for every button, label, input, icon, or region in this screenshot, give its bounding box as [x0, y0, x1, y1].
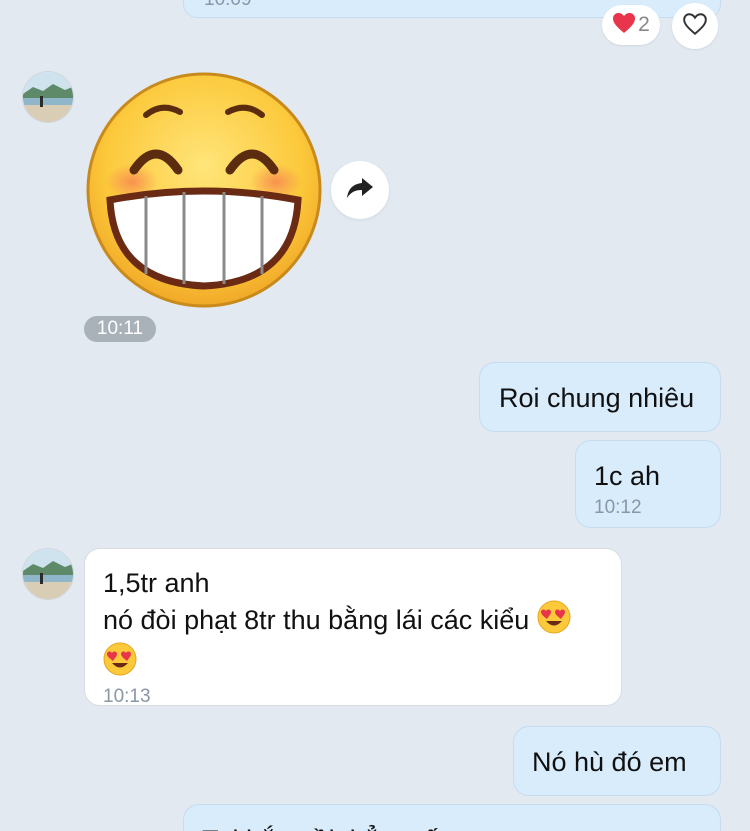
message-time: 10:12	[594, 497, 642, 518]
heart-eyes-emoji	[103, 642, 137, 684]
grinning-face-sticker[interactable]	[84, 70, 324, 310]
avatar[interactable]	[22, 71, 74, 123]
message-time: 10:13	[103, 686, 151, 707]
outline-heart-icon	[682, 12, 708, 41]
sent-message-bubble-partial[interactable]: Tui bắt ...ồi thẳ... cấu...e	[183, 804, 721, 831]
reaction-count-pill[interactable]: 2	[602, 5, 660, 45]
heart-eyes-emoji	[537, 600, 571, 642]
avatar[interactable]	[22, 548, 74, 600]
received-message-bubble[interactable]: 1,5tr anh nó đòi phạt 8tr thu bằng lái c…	[84, 548, 622, 707]
sent-message-bubble[interactable]: 1c ah 10:12	[575, 440, 721, 528]
message-text-line: 1,5tr anh	[103, 568, 210, 598]
message-text: Roi chung nhiêu	[499, 383, 695, 413]
sent-message-bubble[interactable]: Roi chung nhiêu	[479, 362, 721, 432]
reaction-count: 2	[638, 13, 650, 36]
sent-message-bubble[interactable]: Nó hù đó em	[513, 726, 721, 796]
message-text: Tui bắt ...ồi thẳ... cấu...e	[202, 823, 720, 831]
message-text: 1c ah	[594, 461, 661, 491]
forward-button[interactable]	[331, 161, 389, 219]
message-time-pill: 10:11	[84, 316, 156, 342]
heart-icon	[612, 12, 636, 39]
message-text: Nó hù đó em	[532, 747, 687, 777]
message-time: 10:09	[204, 0, 252, 11]
message-text-line: nó đòi phạt 8tr thu bằng lái các kiểu	[103, 605, 530, 635]
forward-arrow-icon	[346, 176, 374, 205]
react-button[interactable]	[672, 3, 718, 49]
